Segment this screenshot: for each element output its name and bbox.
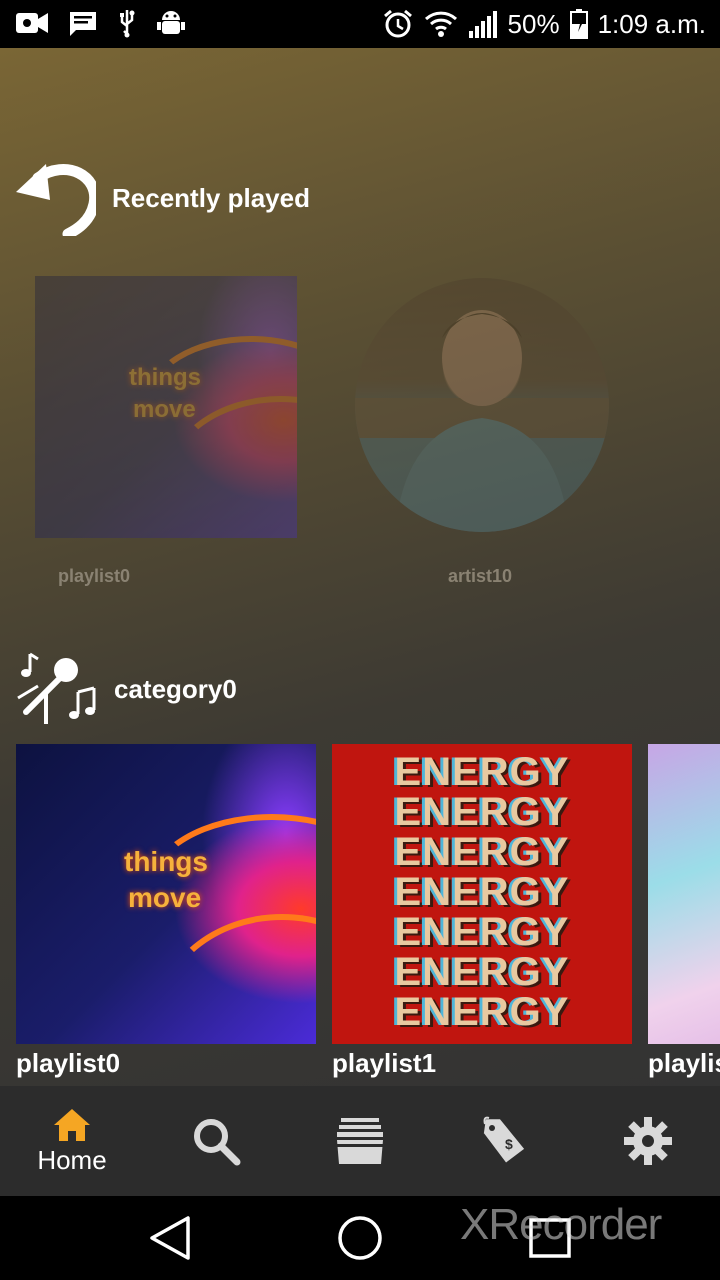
category-title: category0 xyxy=(114,673,237,704)
cover-word: ENERGY xyxy=(394,950,570,994)
message-icon xyxy=(70,12,96,36)
artist-photo xyxy=(355,310,609,532)
clock: 1:09 a.m. xyxy=(597,8,706,39)
gear-icon xyxy=(624,1117,672,1165)
signal-icon xyxy=(468,11,497,38)
recent-playlist0-card[interactable]: things move xyxy=(35,276,297,538)
library-icon xyxy=(337,1118,383,1164)
wifi-icon xyxy=(424,11,457,37)
home-button-icon[interactable] xyxy=(337,1215,383,1261)
category-playlist0-cover: things move xyxy=(16,744,316,1044)
battery-charging-icon xyxy=(569,9,588,39)
cover-word: ENERGY xyxy=(394,870,570,914)
search-icon xyxy=(194,1119,241,1166)
nav-home[interactable]: Home xyxy=(0,1086,144,1196)
android-debug-icon xyxy=(157,11,185,34)
alarm-icon xyxy=(383,9,412,38)
nav-settings[interactable] xyxy=(576,1086,720,1196)
karaoke-music-icon xyxy=(17,652,96,724)
category-playlist1-cover: ENERGY ENERGY ENERGY ENERGY ENERGY ENERG… xyxy=(332,744,632,1044)
cover-word: ENERGY xyxy=(394,910,570,954)
cover-word: ENERGY xyxy=(394,830,570,874)
category-header: category0 xyxy=(16,652,237,726)
category-playlist2-card[interactable]: playlist2 xyxy=(648,744,720,1079)
recorder-watermark: XRecorder xyxy=(460,1200,662,1249)
nav-home-label: Home xyxy=(37,1144,107,1175)
cover-word: ENERGY xyxy=(394,790,570,834)
cover-text-line2: move xyxy=(133,396,196,423)
usb-icon xyxy=(120,10,135,38)
nav-deals[interactable]: $ xyxy=(432,1086,576,1196)
category-playlist2-cover xyxy=(648,744,720,1044)
recently-played-header: Recently played xyxy=(16,160,310,236)
category-playlist0-label: playlist0 xyxy=(16,1048,121,1078)
cover-text-line2: move xyxy=(128,882,202,913)
battery-percent: 50% xyxy=(507,8,560,39)
recently-played-title: Recently played xyxy=(112,182,310,213)
recent-artist10-avatar[interactable] xyxy=(355,278,609,532)
status-bar: 50% 1:09 a.m. xyxy=(0,0,720,48)
cover-word: ENERGY xyxy=(394,990,570,1034)
nav-search[interactable] xyxy=(144,1086,288,1196)
bottom-navigation: Home $ xyxy=(0,1086,720,1196)
svg-text:$: $ xyxy=(505,1136,513,1152)
video-camera-icon xyxy=(16,13,48,33)
recent-playlist0-label: playlist0 xyxy=(58,566,131,586)
price-tag-icon: $ xyxy=(483,1116,525,1163)
home-icon xyxy=(54,1108,90,1141)
category-playlist2-label: playlist2 xyxy=(648,1048,720,1078)
nav-library[interactable] xyxy=(288,1086,432,1196)
category-playlist1-label: playlist1 xyxy=(332,1048,437,1078)
undo-arrow-icon xyxy=(16,164,96,236)
category-playlist0-card[interactable]: things move playlist0 xyxy=(16,744,316,1079)
recent-artist10-label: artist10 xyxy=(448,566,513,586)
cover-text-line1: things xyxy=(129,364,201,391)
back-icon[interactable] xyxy=(148,1214,192,1262)
category-playlist1-card[interactable]: ENERGY ENERGY ENERGY ENERGY ENERGY ENERG… xyxy=(332,744,632,1079)
home-feed[interactable]: Recently played things move playlist0 ar… xyxy=(0,48,720,1086)
cover-text-line1: things xyxy=(124,846,208,877)
cover-word: ENERGY xyxy=(394,750,570,794)
recent-playlist0-cover: things move xyxy=(35,276,297,538)
